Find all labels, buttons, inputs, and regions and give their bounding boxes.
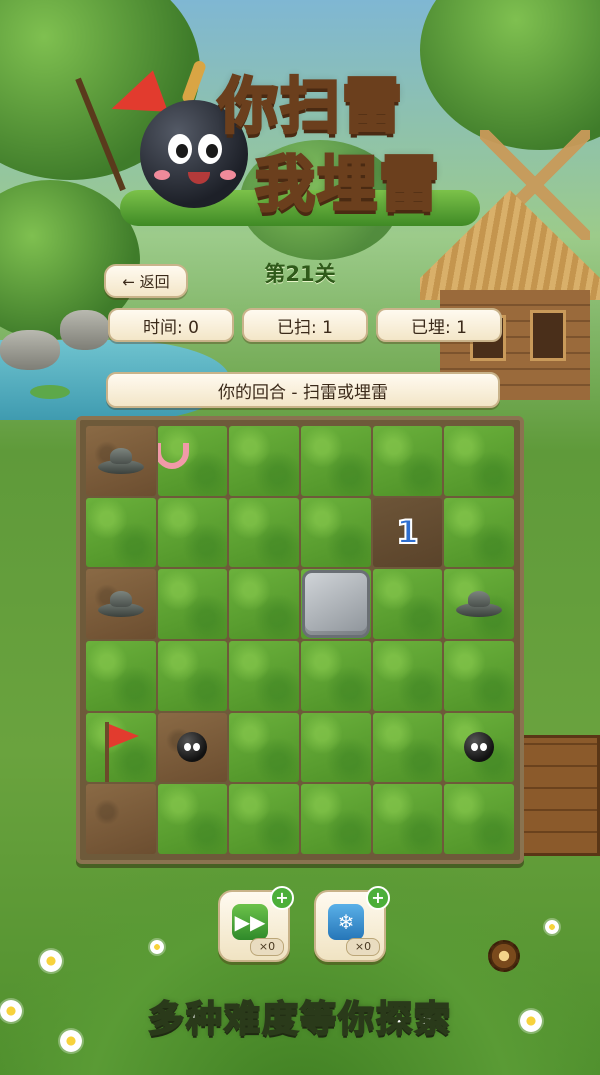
board-cell[interactable]: [444, 569, 514, 639]
board-cell[interactable]: [229, 784, 299, 854]
board-cell[interactable]: [86, 497, 156, 568]
board-cell[interactable]: [157, 569, 228, 639]
flag-icon: [101, 722, 141, 783]
board-cell[interactable]: [229, 426, 299, 496]
board-cell[interactable]: [86, 712, 156, 783]
board-cell[interactable]: [157, 497, 228, 568]
board-cell[interactable]: [444, 640, 514, 711]
tool-count: ×0: [250, 938, 284, 956]
board-cell[interactable]: [372, 426, 443, 496]
mine-count-number: 1: [395, 512, 419, 552]
time-stat: 时间: 0: [108, 308, 234, 342]
stone-block-icon: [301, 570, 370, 639]
daisy-icon: [545, 920, 559, 934]
lily-pad: [30, 385, 70, 399]
game-board: 1: [76, 416, 524, 864]
landmine-icon: [456, 591, 503, 618]
board-cell[interactable]: [229, 497, 299, 568]
fast-forward-icon: ▶▶: [232, 904, 268, 940]
board-cell[interactable]: [300, 497, 371, 568]
board-cell[interactable]: [157, 712, 228, 783]
daisy-icon: [150, 940, 164, 954]
board-cell[interactable]: [444, 497, 514, 568]
board-cell[interactable]: [300, 569, 371, 639]
level-label: 第21关: [264, 262, 336, 286]
swept-stat: 已扫: 1: [242, 308, 368, 342]
board-cell[interactable]: [372, 784, 443, 854]
rock: [0, 330, 60, 370]
settings-gear-icon[interactable]: [488, 940, 520, 972]
fuse: [180, 59, 208, 105]
board-cell[interactable]: [300, 640, 371, 711]
board-cell[interactable]: [86, 640, 156, 711]
board-cell[interactable]: [444, 784, 514, 854]
buried-stat: 已埋: 1: [376, 308, 502, 342]
board-cell[interactable]: [229, 569, 299, 639]
rock: [60, 310, 110, 350]
board-cell[interactable]: [444, 426, 514, 496]
board-cell[interactable]: [300, 784, 371, 854]
title-line-2: 我埋雷: [254, 149, 441, 222]
bomb-icon: [177, 732, 208, 763]
board-cell[interactable]: [86, 426, 156, 496]
board-cell[interactable]: [300, 426, 371, 496]
landmine-icon: [97, 591, 144, 618]
bomb-icon: [464, 732, 495, 763]
tool-count: ×0: [346, 938, 380, 956]
skip-turn-tool-button[interactable]: ▶▶ + ×0: [218, 886, 294, 962]
title-line-1: 你扫雷: [217, 71, 404, 144]
board-cell[interactable]: [86, 784, 156, 854]
board-cell[interactable]: [157, 784, 228, 854]
board-cell[interactable]: [86, 569, 156, 639]
game-title: 你扫雷 我埋雷: [75, 40, 490, 226]
board-cell[interactable]: 1: [372, 497, 443, 568]
board-cell[interactable]: [157, 426, 228, 496]
board-cell[interactable]: [372, 640, 443, 711]
board-cell[interactable]: [372, 569, 443, 639]
back-button[interactable]: ← 返回: [104, 264, 188, 298]
landmine-icon: [97, 447, 144, 474]
board-cell[interactable]: [229, 712, 299, 783]
daisy-icon: [40, 950, 62, 972]
turn-status: 你的回合 - 扫雷或埋雷: [106, 372, 500, 408]
add-icon[interactable]: +: [270, 886, 294, 910]
board-cell[interactable]: [444, 712, 514, 783]
snowflake-icon: ❄: [328, 904, 364, 940]
freeze-tool-button[interactable]: ❄ + ×0: [314, 886, 390, 962]
board-cell[interactable]: [300, 712, 371, 783]
board-cell[interactable]: [157, 640, 228, 711]
board-cell[interactable]: [229, 640, 299, 711]
promo-slogan: 多种难度等你探索: [147, 998, 452, 1041]
board-cell[interactable]: [372, 712, 443, 783]
add-icon[interactable]: +: [366, 886, 390, 910]
worm-icon: [157, 442, 190, 469]
